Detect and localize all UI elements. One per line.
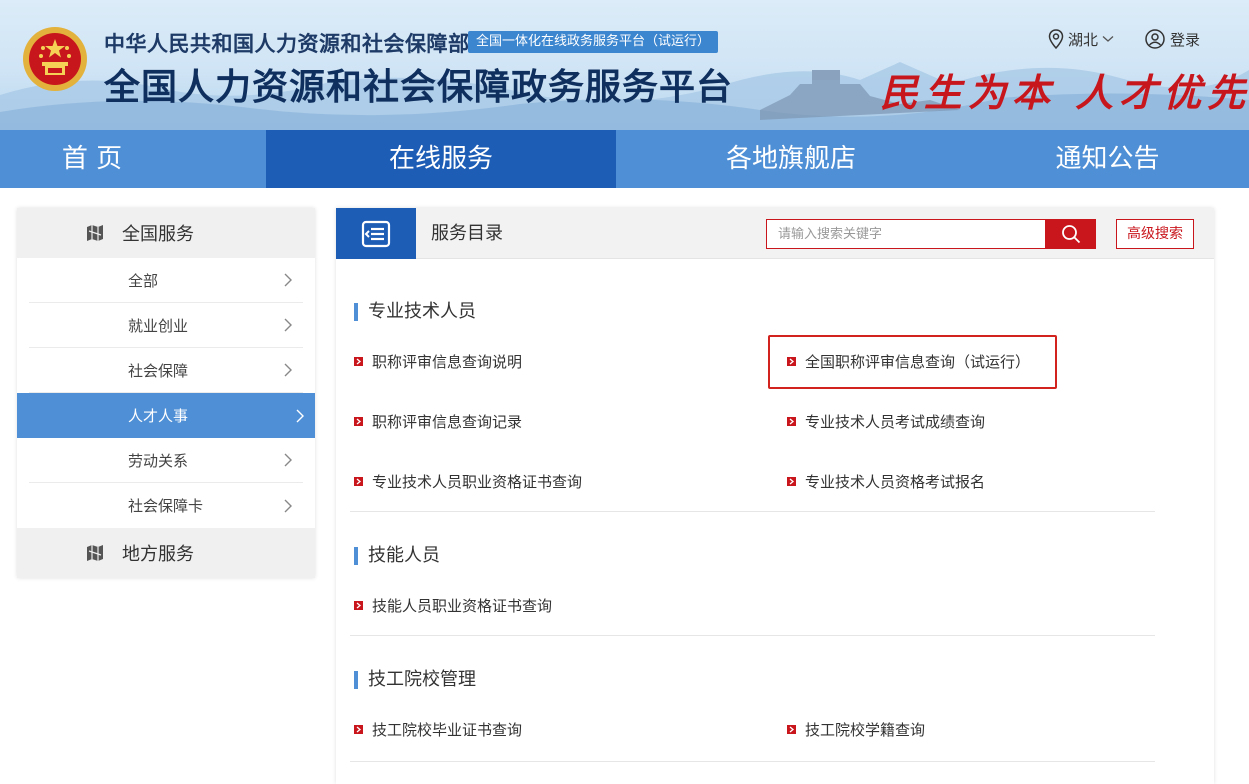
arrow-square-bullet-icon — [354, 601, 363, 610]
chevron-right-icon — [284, 453, 292, 467]
section-title-skilled: 技能人员 — [354, 546, 440, 566]
link-title-review-query-records[interactable]: 职称评审信息查询记录 — [354, 411, 522, 432]
section-title-technical-schools: 技工院校管理 — [354, 670, 476, 690]
link-label: 技能人员职业资格证书查询 — [372, 597, 553, 615]
link-label: 专业技术人员职业资格证书查询 — [372, 473, 583, 491]
link-title-review-info-notes[interactable]: 职称评审信息查询说明 — [354, 351, 522, 372]
arrow-square-bullet-icon — [787, 725, 796, 734]
link-label: 职称评审信息查询记录 — [372, 413, 523, 431]
sidebar-item-all[interactable]: 全部 — [29, 258, 303, 303]
nav-home[interactable]: 首 页 — [0, 130, 184, 188]
chevron-right-icon — [296, 409, 304, 422]
nav-notices[interactable]: 通知公告 — [966, 130, 1249, 188]
sidebar-item-label: 劳动关系 — [128, 451, 189, 470]
sidebar-item-labor-relations[interactable]: 劳动关系 — [29, 438, 303, 483]
link-professional-exam-registration[interactable]: 专业技术人员资格考试报名 — [787, 471, 985, 492]
arrow-square-bullet-icon — [787, 417, 796, 426]
site-header: 中华人民共和国人力资源和社会保障部 全国一体化在线政务服务平台（试运行） 全国人… — [0, 0, 1249, 130]
section-divider — [350, 635, 1155, 636]
section-title-professional: 专业技术人员 — [354, 302, 476, 322]
sidebar-item-label: 人才人事 — [128, 407, 189, 425]
platform-title: 全国人力资源和社会保障政务服务平台 — [104, 67, 734, 108]
link-label: 技工院校学籍查询 — [805, 721, 926, 739]
chevron-right-icon — [284, 499, 292, 512]
arrow-square-bullet-icon — [354, 725, 363, 734]
link-school-enrollment-query[interactable]: 技工院校学籍查询 — [787, 719, 925, 740]
nav-local-stores[interactable]: 各地旗舰店 — [616, 130, 966, 188]
user-circle-icon — [1145, 29, 1165, 49]
search-input[interactable] — [767, 220, 1045, 248]
map-icon — [87, 545, 103, 561]
link-label: 职称评审信息查询说明 — [372, 353, 523, 371]
service-sidebar: 全国服务 全部 就业创业 社会保障 人才人事 劳动关系 社会保障卡 地方服务 — [17, 208, 315, 578]
panel-header: 服务目录 高级搜索 — [336, 208, 1214, 259]
advanced-search-button[interactable]: 高级搜索 — [1116, 219, 1194, 249]
search-box — [766, 219, 1046, 249]
highlight-box — [768, 335, 1057, 389]
arrow-square-bullet-icon — [354, 477, 363, 486]
directory-icon-box — [336, 208, 416, 259]
arrow-square-bullet-icon — [354, 357, 363, 366]
sidebar-item-label: 就业创业 — [128, 316, 189, 335]
trial-badge: 全国一体化在线政务服务平台（试运行） — [468, 31, 719, 53]
login-link[interactable]: 登录 — [1145, 27, 1200, 51]
sidebar-item-ss-card[interactable]: 社会保障卡 — [29, 483, 303, 528]
sidebar-group-local[interactable]: 地方服务 — [17, 528, 315, 578]
sidebar-item-talent[interactable]: 人才人事 — [17, 393, 315, 438]
map-icon — [87, 225, 103, 241]
location-pin-icon — [1048, 29, 1064, 49]
directory-icon — [361, 220, 391, 247]
sidebar-item-label: 社会保障 — [128, 361, 189, 380]
chevron-right-icon — [284, 363, 292, 377]
national-emblem-icon — [23, 27, 87, 91]
section-divider — [350, 511, 1155, 512]
region-label: 湖北 — [1068, 30, 1099, 49]
search-icon — [1061, 225, 1080, 244]
nav-spacer — [184, 130, 266, 188]
link-label: 专业技术人员资格考试报名 — [805, 473, 986, 491]
link-professional-certificate-query[interactable]: 专业技术人员职业资格证书查询 — [354, 471, 582, 492]
main-nav: 首 页 在线服务 各地旗舰店 通知公告 — [0, 130, 1249, 188]
link-label: 技工院校毕业证书查询 — [372, 721, 523, 739]
sidebar-group-label: 全国服务 — [122, 224, 194, 245]
service-directory-panel: 服务目录 高级搜索 专业技术人员 职称评审信息查询说明 全国职称评审信息查询（试… — [336, 208, 1214, 784]
chevron-down-icon — [1102, 36, 1114, 42]
arrow-square-bullet-icon — [787, 477, 796, 486]
link-professional-exam-scores[interactable]: 专业技术人员考试成绩查询 — [787, 411, 985, 432]
section-divider — [350, 761, 1155, 762]
link-skill-certificate-query[interactable]: 技能人员职业资格证书查询 — [354, 595, 552, 616]
link-label: 专业技术人员考试成绩查询 — [805, 413, 986, 431]
sidebar-group-national[interactable]: 全国服务 — [17, 208, 315, 258]
sidebar-item-label: 社会保障卡 — [128, 497, 204, 515]
sidebar-item-label: 全部 — [128, 271, 159, 290]
panel-title: 服务目录 — [431, 223, 503, 244]
chevron-right-icon — [284, 318, 292, 332]
link-school-graduation-certificate[interactable]: 技工院校毕业证书查询 — [354, 719, 522, 740]
region-selector[interactable]: 湖北 — [1048, 27, 1114, 51]
login-label: 登录 — [1170, 30, 1201, 49]
slogan-calligraphy: 民生为本 人才优先 — [880, 70, 1249, 115]
sidebar-item-social-security[interactable]: 社会保障 — [29, 348, 303, 393]
arrow-square-bullet-icon — [354, 417, 363, 426]
chevron-right-icon — [284, 273, 292, 287]
sidebar-item-employment[interactable]: 就业创业 — [29, 303, 303, 348]
ministry-name: 中华人民共和国人力资源和社会保障部 — [104, 32, 470, 56]
sidebar-group-label: 地方服务 — [122, 544, 194, 565]
search-button[interactable] — [1045, 219, 1096, 249]
nav-online-services[interactable]: 在线服务 — [266, 130, 616, 188]
